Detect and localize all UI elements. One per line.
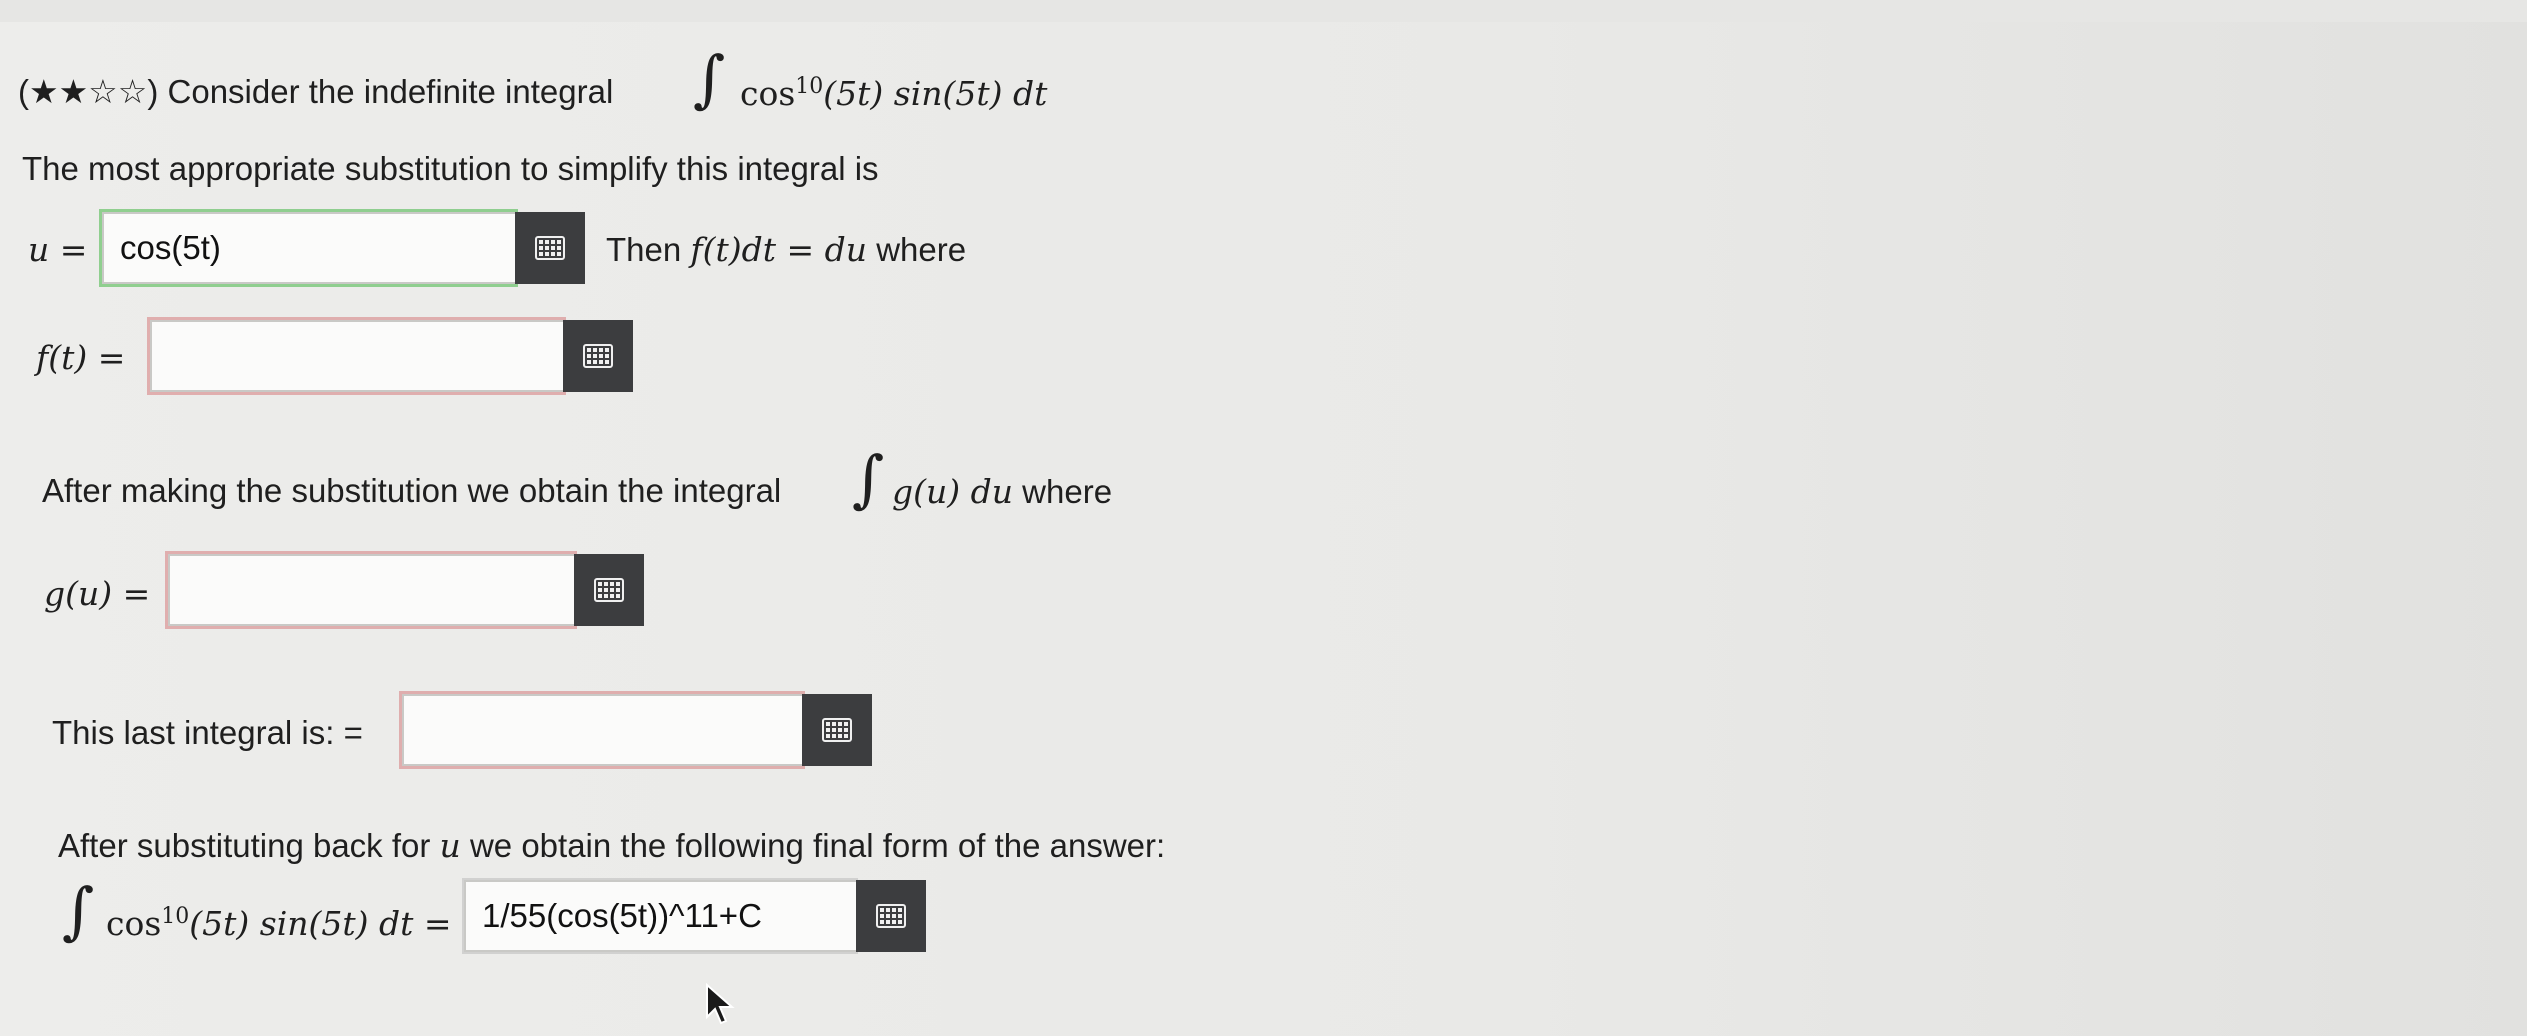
g-label: g(u) =: [44, 574, 151, 613]
final-answer-field: 1/55(cos(5t))^11+C: [464, 880, 926, 952]
keyboard-grid-icon: [535, 236, 565, 260]
last-integral-label: This last integral is: =: [52, 714, 363, 751]
question-integrand: cos10(5t) sin(5t) dt: [740, 74, 1048, 113]
f-answer-field: [150, 320, 633, 392]
top-strip: [0, 0, 2527, 23]
u-label: u =: [28, 230, 88, 269]
u-answer-field: cos(5t): [102, 212, 585, 284]
u-input-value: cos(5t): [120, 229, 221, 266]
rating-open-paren: (: [18, 73, 29, 110]
f-label: f(t) =: [36, 338, 126, 377]
final-input-value: 1/55(cos(5t))^11+C: [482, 897, 762, 934]
mouse-pointer-icon: [705, 982, 739, 1032]
rating-close-paren: ): [147, 73, 159, 110]
integral-sign-icon: ∫: [693, 42, 726, 115]
substitution-prompt: The most appropriate substitution to sim…: [22, 150, 879, 187]
question-header: (★★☆☆) Consider the indefinite integral: [18, 72, 613, 111]
final-keyboard-button[interactable]: [856, 880, 926, 952]
g-answer-field: [168, 554, 644, 626]
final-input[interactable]: 1/55(cos(5t))^11+C: [464, 880, 856, 952]
last-integral-keyboard-button[interactable]: [802, 694, 872, 766]
last-integral-input[interactable]: [402, 694, 802, 766]
final-instruction: After substituting back for u we obtain …: [58, 826, 1166, 865]
keyboard-grid-icon: [822, 718, 852, 742]
f-input[interactable]: [150, 320, 563, 392]
g-input[interactable]: [168, 554, 574, 626]
keyboard-grid-icon: [594, 578, 624, 602]
final-lhs-expression: cos10(5t) sin(5t) dt =: [106, 904, 452, 943]
difficulty-stars: ★★☆☆: [29, 73, 148, 110]
after-substitution-text: After making the substitution we obtain …: [42, 472, 782, 509]
last-integral-answer-field: [402, 694, 872, 766]
integral-sign-icon: ∫: [852, 442, 885, 515]
integral-sign-icon: ∫: [62, 874, 95, 947]
f-keyboard-button[interactable]: [563, 320, 633, 392]
u-keyboard-button[interactable]: [515, 212, 585, 284]
g-keyboard-button[interactable]: [574, 554, 644, 626]
then-clause: Then f(t)dt = du where: [606, 230, 967, 269]
question-intro: Consider the indefinite integral: [167, 73, 614, 110]
g-integral-expression: g(u) du where: [892, 472, 1113, 511]
u-input[interactable]: cos(5t): [102, 212, 515, 284]
keyboard-grid-icon: [583, 344, 613, 368]
keyboard-grid-icon: [876, 904, 906, 928]
